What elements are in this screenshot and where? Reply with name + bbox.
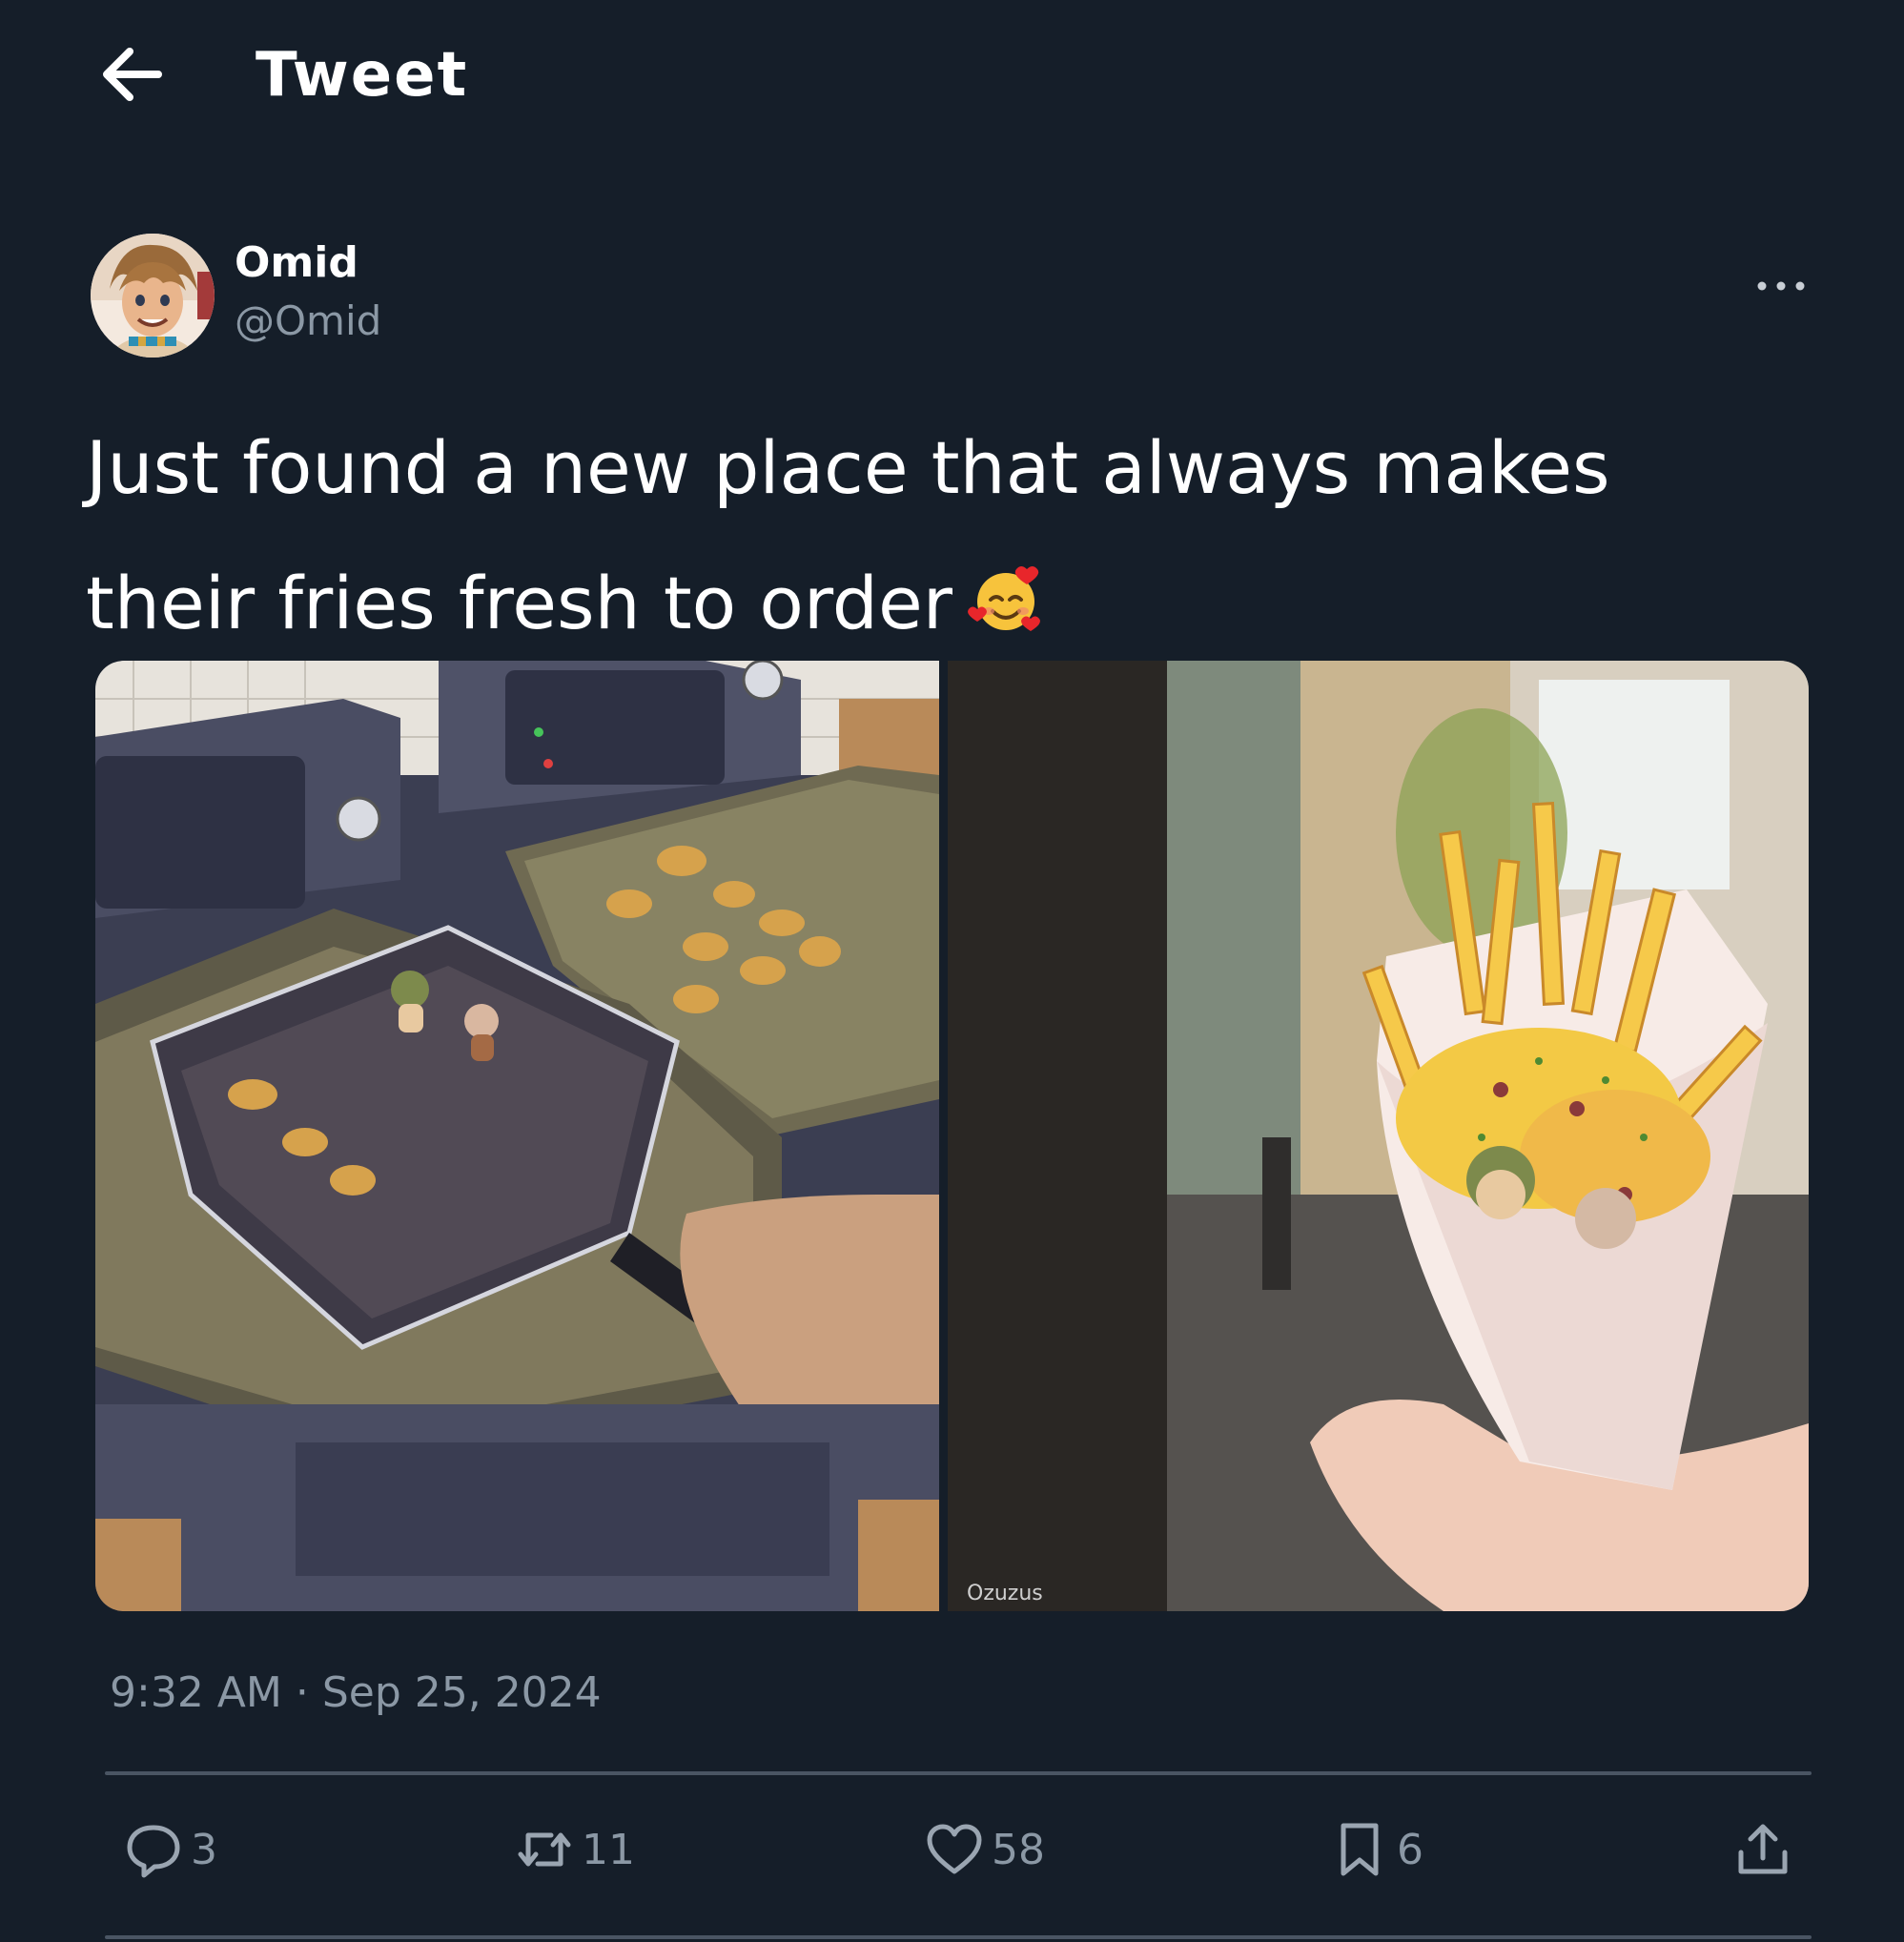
bookmark-button[interactable]: 6	[1330, 1811, 1423, 1888]
reply-button[interactable]: 3	[124, 1811, 217, 1888]
tweet-text-span: their fries fresh to order	[86, 561, 952, 645]
retweet-button[interactable]: 11	[515, 1811, 635, 1888]
ellipsis-icon	[1757, 281, 1805, 291]
fries-cone-illustration: Ozuzus	[948, 661, 1809, 1611]
share-icon	[1738, 1824, 1788, 1874]
smiling-face-with-hearts-icon	[968, 566, 1040, 631]
avatar[interactable]	[91, 234, 215, 358]
like-count: 58	[992, 1825, 1045, 1874]
media-image-2[interactable]: Ozuzus	[948, 661, 1809, 1611]
share-button[interactable]	[1733, 1811, 1792, 1888]
back-arrow-icon	[103, 48, 162, 101]
page-title: Tweet	[256, 40, 469, 111]
tweet-text-line: Just found a new place that always makes	[86, 425, 1610, 510]
author-display-name[interactable]: Omid	[235, 238, 358, 287]
divider-bottom	[105, 1935, 1812, 1939]
tweet-timestamp[interactable]: 9:32 AM · Sep 25, 2024	[110, 1668, 602, 1717]
back-button[interactable]	[95, 36, 172, 112]
retweet-icon	[518, 1832, 571, 1867]
heart-icon	[927, 1824, 982, 1874]
bookmark-count: 6	[1397, 1825, 1423, 1874]
top-bar: Tweet	[0, 0, 1904, 153]
more-options-button[interactable]	[1752, 262, 1810, 310]
fryer-illustration	[95, 661, 944, 1611]
tweet-text-line: their fries fresh to order	[86, 536, 1821, 671]
action-bar: 3 11 58 6	[0, 1792, 1904, 1907]
reply-icon	[127, 1825, 180, 1878]
divider-top	[105, 1771, 1812, 1775]
author-handle[interactable]: @Omid	[235, 297, 381, 344]
media-image-1[interactable]	[95, 661, 944, 1611]
like-button[interactable]: 58	[925, 1811, 1045, 1888]
media-grid: Ozuzus	[95, 661, 1809, 1611]
tweet-text: Just found a new place that always makes…	[86, 400, 1821, 671]
retweet-count: 11	[582, 1825, 635, 1874]
avatar-image	[91, 234, 215, 358]
watermark: Ozuzus	[967, 1582, 1043, 1605]
reply-count: 3	[191, 1825, 217, 1874]
bookmark-icon	[1341, 1823, 1379, 1876]
